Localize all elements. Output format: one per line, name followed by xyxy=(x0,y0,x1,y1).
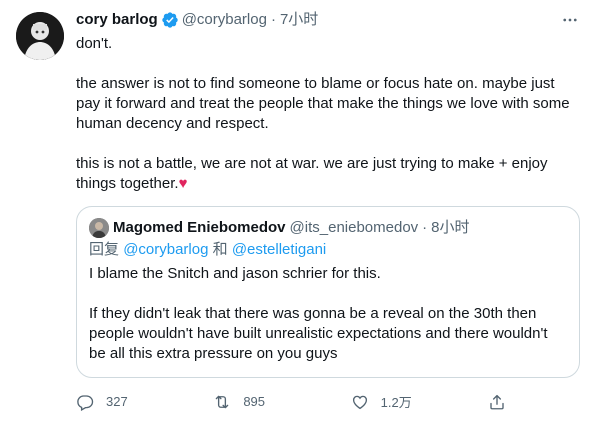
action-bar: 327 895 1.2万 xyxy=(76,392,506,411)
like-icon xyxy=(351,393,369,411)
quote-author-name: Magomed Eniebomedov xyxy=(113,219,286,236)
tweet-header: cory barlog @corybarlog · 7小时 xyxy=(76,10,582,30)
tweet-paragraph: this is not a battle, we are not at war.… xyxy=(76,154,582,194)
tweet-body: cory barlog @corybarlog · 7小时 don't. the… xyxy=(76,10,582,194)
retweet-button[interactable]: 895 xyxy=(213,393,318,411)
tweet-paragraph-text: this is not a battle, we are not at war.… xyxy=(76,155,548,192)
reply-count: 327 xyxy=(106,394,128,409)
quote-header: Magomed Eniebomedov @its_eniebomedov · 8… xyxy=(89,218,567,238)
replying-to: 回复 @corybarlog 和 @estelletigani xyxy=(89,240,567,260)
tweet-paragraph: the answer is not to find someone to bla… xyxy=(76,75,570,132)
author-handle[interactable]: @corybarlog xyxy=(182,10,267,30)
quoted-tweet[interactable]: Magomed Eniebomedov @its_eniebomedov · 8… xyxy=(76,206,580,378)
share-button[interactable] xyxy=(488,393,506,411)
tweet-text: don't. the answer is not to find someone… xyxy=(76,34,582,194)
tweet-paragraph: don't. xyxy=(76,35,113,52)
quote-author-avatar xyxy=(89,218,109,238)
reply-and: 和 xyxy=(212,241,228,258)
more-icon[interactable] xyxy=(558,8,582,32)
retweet-count: 895 xyxy=(243,394,266,409)
like-count: 1.2万 xyxy=(380,395,412,410)
quote-text: I blame the Snitch and jason schrier for… xyxy=(89,264,567,364)
quote-timestamp: 8小时 xyxy=(431,219,470,236)
author-name[interactable]: cory barlog xyxy=(76,10,158,30)
verified-badge-icon xyxy=(161,11,179,29)
heart-emoji: ♥ xyxy=(178,175,188,192)
reply-prefix: 回复 xyxy=(89,241,120,258)
reply-mention[interactable]: @corybarlog xyxy=(123,241,208,258)
reply-icon xyxy=(76,393,94,411)
quote-author-handle: @its_eniebomedov xyxy=(289,219,419,236)
quote-separator-dot: · xyxy=(422,219,428,236)
reply-mention[interactable]: @estelletigani xyxy=(232,241,326,258)
retweet-icon xyxy=(213,393,231,411)
tweet-timestamp[interactable]: 7小时 xyxy=(280,10,318,30)
quote-paragraph: I blame the Snitch and jason schrier for… xyxy=(89,265,381,282)
reply-button[interactable]: 327 xyxy=(76,393,181,411)
like-button[interactable]: 1.2万 xyxy=(351,392,456,411)
separator-dot: · xyxy=(270,11,276,28)
author-avatar[interactable] xyxy=(16,12,64,60)
share-icon xyxy=(488,393,506,411)
quote-paragraph: If they didn't leak that there was gonna… xyxy=(89,305,548,362)
